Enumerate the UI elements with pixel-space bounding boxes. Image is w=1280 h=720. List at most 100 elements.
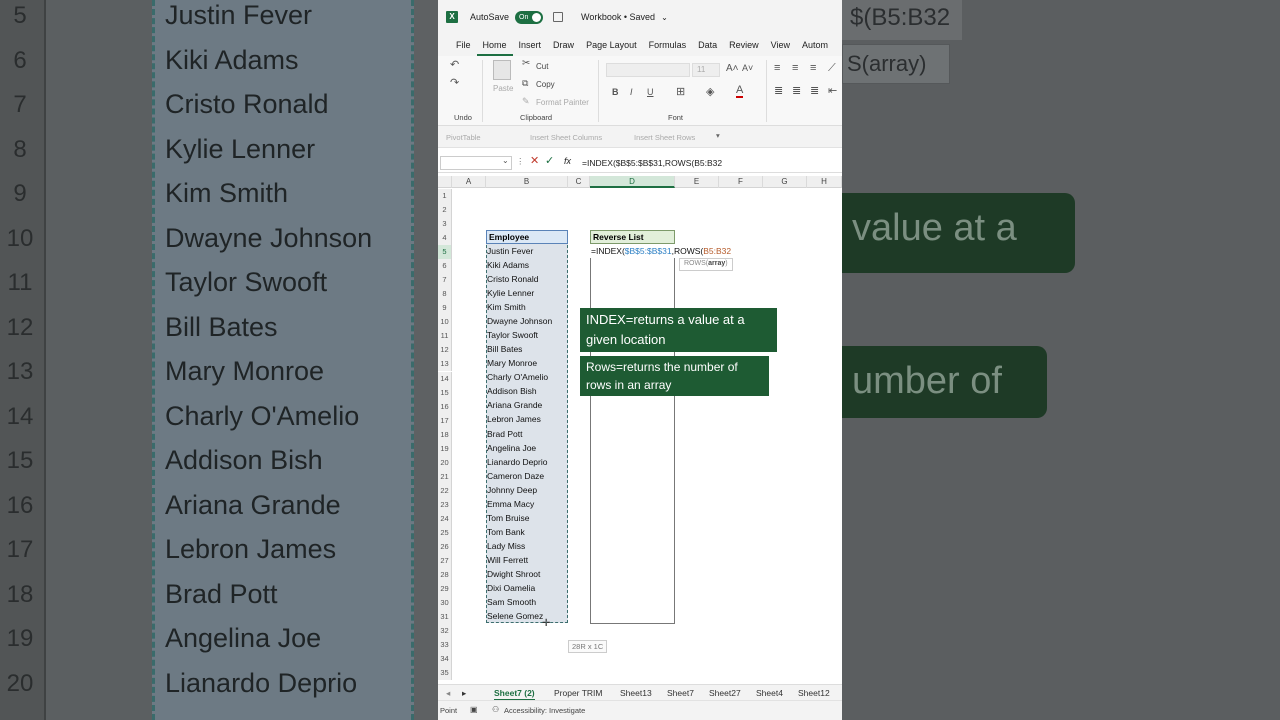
employee-cell[interactable]: Cristo Ronald (487, 272, 539, 286)
tab-autom[interactable]: Autom (796, 34, 834, 56)
tab-view[interactable]: View (765, 34, 796, 56)
indent-icon[interactable]: ⇤ (828, 84, 837, 97)
tab-insert[interactable]: Insert (513, 34, 548, 56)
cut-button[interactable]: Cut (536, 62, 548, 71)
macro-icon[interactable]: ▣ (470, 705, 478, 714)
employee-cell[interactable]: Lianardo Deprio (487, 455, 547, 469)
column-header-c[interactable]: C (568, 176, 590, 188)
employee-cell[interactable]: Emma Macy (487, 497, 534, 511)
row-header[interactable]: 22 (438, 483, 452, 498)
employee-cell[interactable]: Lebron James (487, 412, 541, 426)
borders-icon[interactable]: ⊞ (676, 85, 685, 98)
employee-cell[interactable]: Justin Fever (487, 244, 533, 258)
tab-formulas[interactable]: Formulas (643, 34, 693, 56)
paste-label[interactable]: Paste (493, 84, 513, 93)
align-left-icon[interactable]: ≣ (774, 84, 783, 97)
chevron-down-icon[interactable]: ⌄ (661, 13, 668, 22)
row-header[interactable]: 23 (438, 497, 452, 512)
pivot-table-button[interactable]: PivotTable (446, 133, 481, 142)
sheet-tab[interactable]: Proper TRIM (554, 685, 603, 701)
underline-button[interactable]: U (647, 87, 654, 97)
tab-data[interactable]: Data (692, 34, 723, 56)
active-cell-d5[interactable]: =INDEX($B$5:$B$31,ROWS(B5:B32 (590, 244, 732, 258)
scissors-icon[interactable]: ✂ (522, 58, 530, 69)
row-header[interactable]: 10 (438, 315, 452, 330)
chevron-down-icon[interactable]: ⌄ (502, 156, 509, 165)
row-header[interactable]: 12 (438, 343, 452, 358)
undo-icon[interactable]: ↶ (450, 58, 459, 71)
employee-cell[interactable]: Ariana Grande (487, 398, 542, 412)
row-header[interactable]: 27 (438, 554, 452, 569)
row-header[interactable]: 30 (438, 596, 452, 611)
row-header[interactable]: 19 (438, 441, 452, 456)
formula-input[interactable]: =INDEX($B$5:$B$31,ROWS(B5:B32 (582, 158, 722, 168)
row-header[interactable]: 24 (438, 511, 452, 526)
autosave-toggle[interactable]: On (515, 10, 544, 24)
fill-color-icon[interactable]: ◈ (706, 85, 714, 98)
row-header[interactable]: 9 (438, 301, 452, 316)
row-header[interactable]: 11 (438, 329, 452, 344)
sheet-tab[interactable]: Sheet13 (620, 685, 652, 701)
row-header[interactable]: 35 (438, 666, 452, 681)
row-header[interactable]: 7 (438, 273, 452, 288)
tab-draw[interactable]: Draw (547, 34, 580, 56)
row-header[interactable]: 32 (438, 624, 452, 639)
row-header[interactable]: 29 (438, 582, 452, 597)
row-header[interactable]: 8 (438, 287, 452, 302)
row-header[interactable]: 17 (438, 413, 452, 428)
row-header[interactable]: 34 (438, 652, 452, 667)
employee-cell[interactable]: Dixi Oamelia (487, 581, 535, 595)
align-right-icon[interactable]: ≣ (810, 84, 819, 97)
align-bottom-icon[interactable]: ≡ (810, 62, 816, 74)
row-header[interactable]: 33 (438, 638, 452, 653)
employee-cell[interactable]: Brad Pott (487, 427, 522, 441)
row-header[interactable]: 31 (438, 610, 452, 625)
insert-sheet-columns-button[interactable]: Insert Sheet Columns (530, 133, 602, 142)
column-header-d[interactable]: D (590, 176, 675, 188)
employee-cell[interactable]: Bill Bates (487, 342, 522, 356)
workbook-title[interactable]: Workbook • Saved (581, 12, 655, 22)
employee-cell[interactable]: Tom Bruise (487, 511, 530, 525)
employee-cell[interactable]: Dwayne Johnson (487, 314, 552, 328)
more-icon[interactable]: ⋮ (516, 156, 525, 167)
employee-cell[interactable]: Dwight Shroot (487, 567, 540, 581)
tab-home[interactable]: Home (476, 34, 513, 56)
employee-cell[interactable]: Johnny Deep (487, 483, 537, 497)
tab-review[interactable]: Review (723, 34, 765, 56)
employee-cell[interactable]: Kylie Lenner (487, 286, 534, 300)
chevron-down-icon[interactable]: ▾ (716, 131, 720, 140)
employee-cell[interactable]: Lady Miss (487, 539, 525, 553)
font-color-icon[interactable]: A (736, 84, 744, 98)
cancel-icon[interactable]: ✕ (530, 154, 539, 167)
sheet-tab[interactable]: Sheet7 (2) (494, 685, 535, 701)
column-header-a[interactable]: A (452, 176, 486, 188)
tab-file[interactable]: File (450, 34, 477, 56)
align-middle-icon[interactable]: ≡ (792, 62, 798, 74)
accessibility-status[interactable]: Accessibility: Investigate (504, 706, 585, 715)
employee-cell[interactable]: Kim Smith (487, 300, 526, 314)
reverse-list-range[interactable] (590, 244, 675, 624)
row-header[interactable]: 20 (438, 455, 452, 470)
column-header-e[interactable]: E (675, 176, 719, 188)
confirm-icon[interactable]: ✓ (545, 154, 554, 167)
row-header[interactable]: 16 (438, 399, 452, 414)
align-center-icon[interactable]: ≣ (792, 84, 801, 97)
font-size-dropdown[interactable]: 11 (692, 63, 720, 77)
sheet-tab[interactable]: Sheet12 (798, 685, 830, 701)
paintbrush-icon[interactable]: ✎ (522, 96, 530, 107)
scroll-left-icon[interactable]: ◂ (446, 685, 450, 701)
orientation-icon[interactable]: ⟋ (828, 62, 836, 75)
row-header[interactable]: 21 (438, 469, 452, 484)
paste-icon[interactable] (493, 60, 511, 80)
save-icon[interactable] (553, 12, 564, 22)
select-all-corner[interactable] (438, 176, 452, 188)
accessibility-icon[interactable]: ⚇ (492, 705, 499, 714)
row-header[interactable]: 4 (438, 231, 452, 246)
copy-button[interactable]: Copy (536, 80, 555, 89)
row-header[interactable]: 14 (438, 371, 452, 386)
sheet-tab[interactable]: Sheet27 (709, 685, 741, 701)
increase-font-icon[interactable]: A˄ (726, 63, 739, 74)
align-top-icon[interactable]: ≡ (774, 62, 780, 74)
row-header[interactable]: 26 (438, 540, 452, 554)
column-header-b[interactable]: B (486, 176, 568, 188)
